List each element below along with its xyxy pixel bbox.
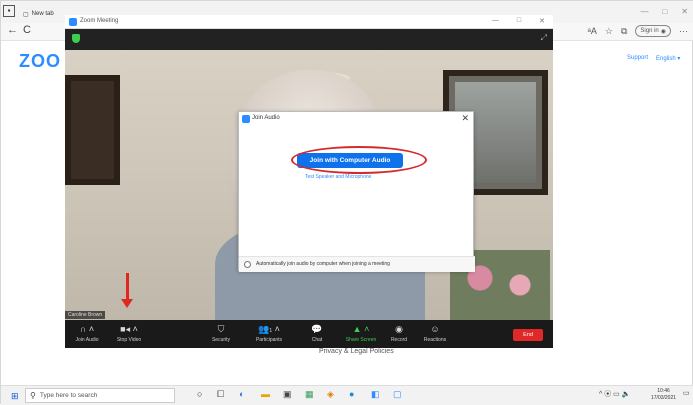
participants-count: 1 <box>269 328 273 334</box>
participants-icon: 👥1 ˄ <box>258 324 280 334</box>
reactions-label: Reactions <box>423 337 447 343</box>
annotation-circle <box>291 146 427 174</box>
support-link[interactable]: Support <box>627 55 648 61</box>
join-audio-button[interactable]: ∩ ˄ Join Audio <box>63 323 111 343</box>
annotation-arrow-head <box>121 299 133 308</box>
screen: ▪ ▢ New tab — □ ✕ ← C ᵃA ☆ ⧉ Sign in ◉ ·… <box>0 0 693 405</box>
read-aloud-icon[interactable]: ᵃA <box>588 26 597 36</box>
cortana-icon[interactable]: ○ <box>197 389 202 399</box>
clock-date: 17/03/2021 <box>651 395 677 401</box>
share-screen-icon: ▲ ˄ <box>352 324 370 334</box>
chat-label: Chat <box>311 337 323 343</box>
windows-taskbar: ⊞ ⚲ Type here to search ○ ⧠ ◐ ▬ ▣ ▦ ◈ ● … <box>1 385 693 405</box>
annotation-arrow <box>126 273 129 301</box>
record-icon: ◉ <box>395 324 403 334</box>
language-selector[interactable]: English ▾ <box>656 55 680 62</box>
participants-button[interactable]: 👥1 ˄ Participants <box>245 323 293 343</box>
zoom-top-bar: ⤢ <box>65 29 553 50</box>
security-label: Security <box>211 337 231 343</box>
browser-tab[interactable]: ▢ New tab <box>19 5 58 23</box>
close-icon[interactable]: ✕ <box>681 7 688 16</box>
minimize-icon[interactable]: — <box>640 7 648 16</box>
system-tray-icons[interactable]: ^ ⦿ ▭ 🔈 <box>599 389 630 399</box>
security-button[interactable]: ⛉ Security <box>197 323 245 343</box>
end-meeting-button[interactable]: End <box>513 329 543 341</box>
maximize-icon[interactable]: □ <box>517 17 521 25</box>
shield-icon: ⛉ <box>217 324 225 334</box>
reactions-button[interactable]: ☺ Reactions <box>411 323 459 343</box>
windows-start-icon[interactable]: ⊞ <box>11 391 19 402</box>
auto-join-label: Automatically join audio by computer whe… <box>256 261 390 267</box>
search-placeholder: Type here to search <box>39 392 98 399</box>
taskbar-clock[interactable]: 10:46 17/03/2021 <box>651 388 676 402</box>
maximize-icon[interactable]: □ <box>662 7 667 16</box>
task-view-icon[interactable]: ⧠ <box>217 389 224 400</box>
encryption-shield-icon[interactable] <box>72 34 80 43</box>
participants-label: Participants <box>255 337 283 343</box>
outlook-icon[interactable]: ◧ <box>371 389 380 400</box>
reactions-icon: ☺ <box>430 324 440 334</box>
zoom-window-title: Zoom Meeting <box>80 18 119 24</box>
back-arrow-icon[interactable]: ← <box>7 24 18 36</box>
dialog-title-bar: Join Audio ✕ <box>239 112 475 126</box>
zoom-title-bar: Zoom Meeting — □ ✕ <box>65 15 553 29</box>
more-menu-icon[interactable]: ··· <box>679 26 688 36</box>
join-audio-dialog: Join Audio ✕ Join with Computer Audio Te… <box>238 111 475 272</box>
search-icon: ⚲ <box>30 391 36 400</box>
app-icon[interactable]: ◈ <box>327 389 334 400</box>
browser-toolbar: ᵃA ☆ ⧉ Sign in ◉ ··· <box>588 25 688 37</box>
participant-name-label: Caroline Brown <box>65 311 106 319</box>
favorite-star-icon[interactable]: ☆ <box>605 26 613 37</box>
minimize-icon[interactable]: — <box>492 17 499 25</box>
chat-bubble-icon: 💬 <box>311 324 323 334</box>
fullscreen-icon[interactable]: ⤢ <box>541 33 547 43</box>
stop-video-button[interactable]: ■◂ ˄ Stop Video <box>105 323 153 343</box>
clock-time: 10:46 <box>657 388 670 394</box>
avatar-icon: ◉ <box>660 28 666 35</box>
close-icon[interactable]: ✕ <box>461 113 469 124</box>
zoom-app-icon <box>69 18 77 26</box>
store-icon[interactable]: ▣ <box>283 389 292 400</box>
chat-button[interactable]: 💬 Chat <box>293 323 341 343</box>
browser-window-controls: — □ ✕ <box>640 7 688 16</box>
close-icon[interactable]: ✕ <box>539 17 545 25</box>
test-speaker-link[interactable]: Test Speaker and Microphone <box>305 174 371 180</box>
auto-join-checkbox[interactable] <box>244 261 251 268</box>
dialog-footer: Automatically join audio by computer whe… <box>239 256 475 272</box>
reload-icon[interactable]: C <box>23 24 31 36</box>
sign-in-button[interactable]: Sign in ◉ <box>635 25 671 37</box>
sign-in-label: Sign in <box>640 28 659 34</box>
headphones-icon: ∩ ˄ <box>79 324 95 334</box>
zoom-logo: ZOO <box>19 51 61 71</box>
edge-icon[interactable]: ◐ <box>239 389 244 399</box>
file-explorer-icon[interactable]: ▬ <box>261 389 270 399</box>
tab-actions-icon[interactable]: ▪ <box>3 5 15 17</box>
zoom-app-icon <box>242 115 250 123</box>
meeting-toolbar: ∩ ˄ Join Audio ■◂ ˄ Stop Video ⛉ Securit… <box>65 320 553 348</box>
dialog-title: Join Audio <box>252 115 280 121</box>
zoom-meeting-window: Zoom Meeting — □ ✕ ⤢ Caroline Brown Join <box>65 15 553 348</box>
wall-picture <box>65 75 120 185</box>
browser-tab-label: New tab <box>31 11 54 17</box>
join-audio-label: Join Audio <box>75 337 99 343</box>
share-screen-label: Share Screen <box>345 337 377 343</box>
notification-icon[interactable]: ▭ <box>683 389 690 397</box>
zoom-taskbar-icon[interactable]: ▢ <box>393 389 402 400</box>
chrome-icon[interactable]: ● <box>349 389 354 399</box>
stop-video-label: Stop Video <box>116 337 142 343</box>
taskbar-search-box[interactable]: ⚲ Type here to search <box>25 388 175 403</box>
zoom-window-controls: — □ ✕ <box>492 17 545 25</box>
record-label: Record <box>390 337 408 343</box>
video-camera-icon: ■◂ ˄ <box>120 324 138 334</box>
app-icon[interactable]: ▦ <box>305 389 314 400</box>
collections-icon[interactable]: ⧉ <box>621 26 627 37</box>
page-icon: ▢ <box>23 11 29 18</box>
privacy-link[interactable]: Privacy & Legal Policies <box>319 348 394 355</box>
